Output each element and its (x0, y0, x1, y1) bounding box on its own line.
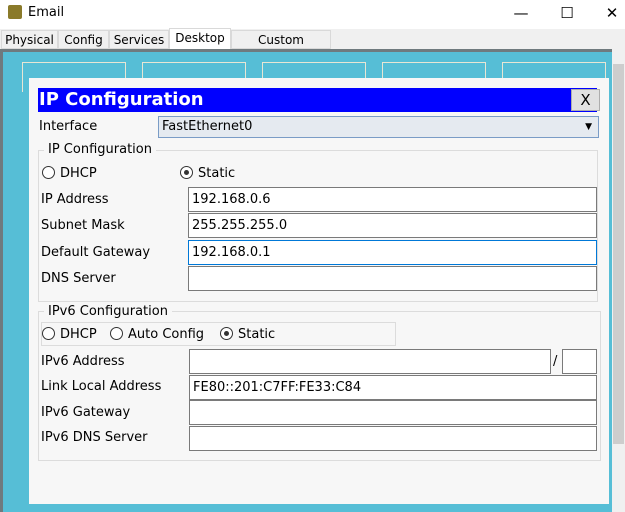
tab-custom-interface[interactable]: Custom Interface (231, 30, 331, 65)
ip-address-label: IP Address (41, 192, 109, 207)
close-window-button[interactable]: ✕ (597, 2, 625, 24)
ipv6-address-input[interactable] (189, 349, 551, 374)
tab-physical[interactable]: Physical (1, 30, 58, 49)
ipv6-dns-input[interactable] (189, 426, 597, 451)
interface-value: FastEthernet0 (162, 119, 253, 134)
subnet-mask-label: Subnet Mask (41, 218, 125, 233)
scrollbar-thumb[interactable] (613, 64, 624, 444)
tab-config[interactable]: Config (58, 30, 109, 49)
interface-select[interactable]: FastEthernet0 ▼ (158, 116, 599, 138)
dns-server-input[interactable] (188, 266, 597, 291)
ip-address-input[interactable]: 192.168.0.6 (188, 187, 597, 212)
dialog-close-button[interactable]: X (571, 89, 600, 111)
subnet-mask-input[interactable]: 255.255.255.0 (188, 213, 597, 238)
minimize-button[interactable]: — (506, 2, 536, 24)
ipv6-static-radio[interactable]: Static (220, 327, 275, 342)
ipv6-group-title: IPv6 Configuration (44, 304, 172, 319)
ipv4-static-radio[interactable]: Static (180, 166, 235, 181)
ipv6-auto-config-radio[interactable]: Auto Config (110, 327, 204, 342)
chevron-down-icon: ▼ (585, 122, 592, 132)
ipv6-gateway-input[interactable] (189, 400, 597, 425)
ipv6-dns-label: IPv6 DNS Server (41, 430, 148, 445)
link-local-label: Link Local Address (41, 379, 162, 394)
ipv6-prefix-input[interactable] (562, 349, 597, 374)
dns-server-label: DNS Server (41, 271, 116, 286)
ipv4-dhcp-radio[interactable]: DHCP (42, 166, 97, 181)
interface-label: Interface (39, 119, 98, 134)
ipv4-group-title: IP Configuration (44, 142, 156, 157)
ipv6-address-label: IPv6 Address (41, 354, 125, 369)
tab-services[interactable]: Services (109, 30, 169, 49)
window-title: Email (28, 5, 65, 20)
link-local-input[interactable]: FE80::201:C7FF:FE33:C84 (189, 375, 597, 400)
dialog-title: IP Configuration (38, 88, 597, 112)
ipv6-gateway-label: IPv6 Gateway (41, 405, 131, 420)
maximize-button[interactable]: ☐ (552, 2, 582, 24)
ipv6-dhcp-radio[interactable]: DHCP (42, 327, 97, 342)
default-gateway-label: Default Gateway (41, 245, 151, 260)
tab-desktop[interactable]: Desktop (169, 28, 231, 49)
app-icon (8, 5, 22, 19)
prefix-separator: / (553, 354, 558, 369)
default-gateway-input[interactable]: 192.168.0.1 (188, 240, 597, 265)
